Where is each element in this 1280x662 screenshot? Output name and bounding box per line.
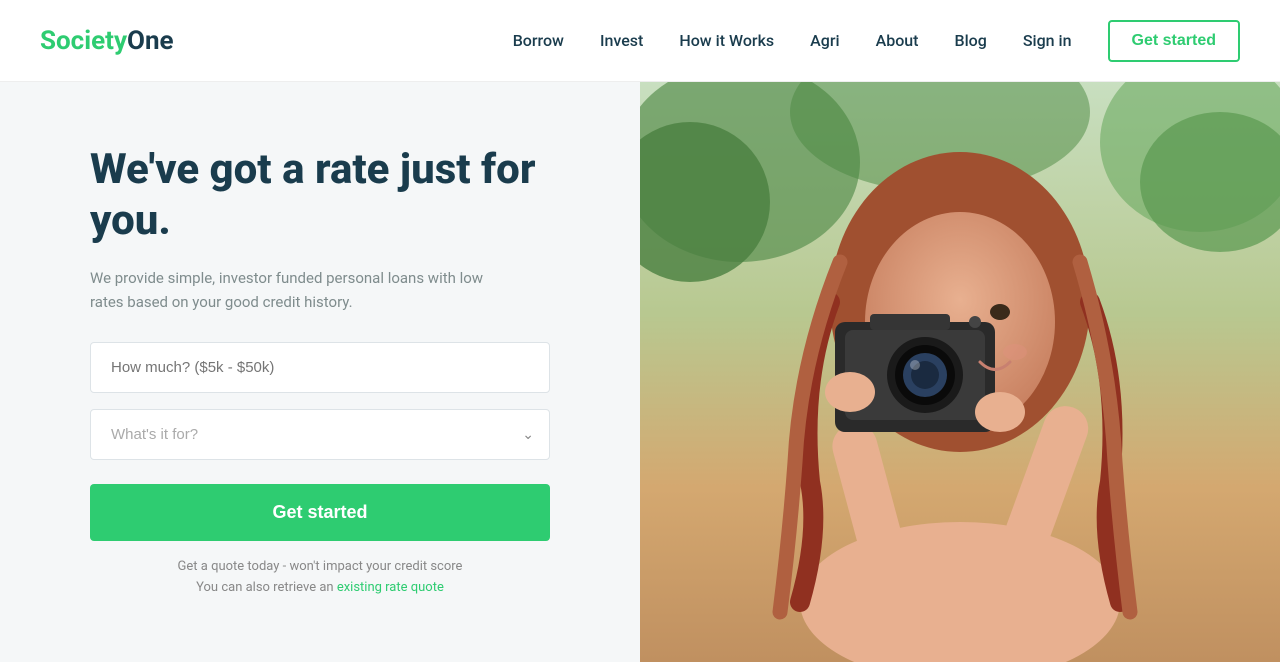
hero-get-started-button[interactable]: Get started <box>90 484 550 541</box>
main-content: We've got a rate just for you. We provid… <box>0 82 1280 662</box>
disclaimer: Get a quote today - won't impact your cr… <box>90 557 550 599</box>
hero-headline: We've got a rate just for you. <box>90 145 560 246</box>
logo[interactable]: SocietyOne <box>40 26 174 56</box>
hero-section: We've got a rate just for you. We provid… <box>0 82 640 662</box>
loan-purpose-select[interactable]: What's it for? Car Holiday Home improvem… <box>90 409 550 460</box>
disclaimer-line2: You can also retrieve an existing rate q… <box>90 578 550 599</box>
nav-blog[interactable]: Blog <box>955 31 987 50</box>
nav-borrow[interactable]: Borrow <box>513 31 564 50</box>
nav-how-it-works[interactable]: How it Works <box>679 31 774 50</box>
hero-subheading: We provide simple, investor funded perso… <box>90 266 520 314</box>
loan-amount-group <box>90 342 560 393</box>
header: SocietyOne Borrow Invest How it Works Ag… <box>0 0 1280 82</box>
main-nav: Borrow Invest How it Works Agri About Bl… <box>513 20 1240 62</box>
nav-sign-in[interactable]: Sign in <box>1023 31 1072 50</box>
logo-one: One <box>127 26 174 56</box>
loan-purpose-group: What's it for? Car Holiday Home improvem… <box>90 409 560 460</box>
loan-amount-input[interactable] <box>90 342 550 393</box>
disclaimer-line1: Get a quote today - won't impact your cr… <box>90 557 550 578</box>
nav-invest[interactable]: Invest <box>600 31 643 50</box>
logo-society: Society <box>40 26 127 56</box>
hero-photo-illustration <box>640 82 1280 662</box>
loan-purpose-wrapper: What's it for? Car Holiday Home improvem… <box>90 409 550 460</box>
existing-rate-quote-link[interactable]: existing rate quote <box>337 580 444 595</box>
hero-image <box>640 82 1280 662</box>
nav-get-started-button[interactable]: Get started <box>1108 20 1240 62</box>
nav-agri[interactable]: Agri <box>810 31 839 50</box>
nav-about[interactable]: About <box>876 31 919 50</box>
